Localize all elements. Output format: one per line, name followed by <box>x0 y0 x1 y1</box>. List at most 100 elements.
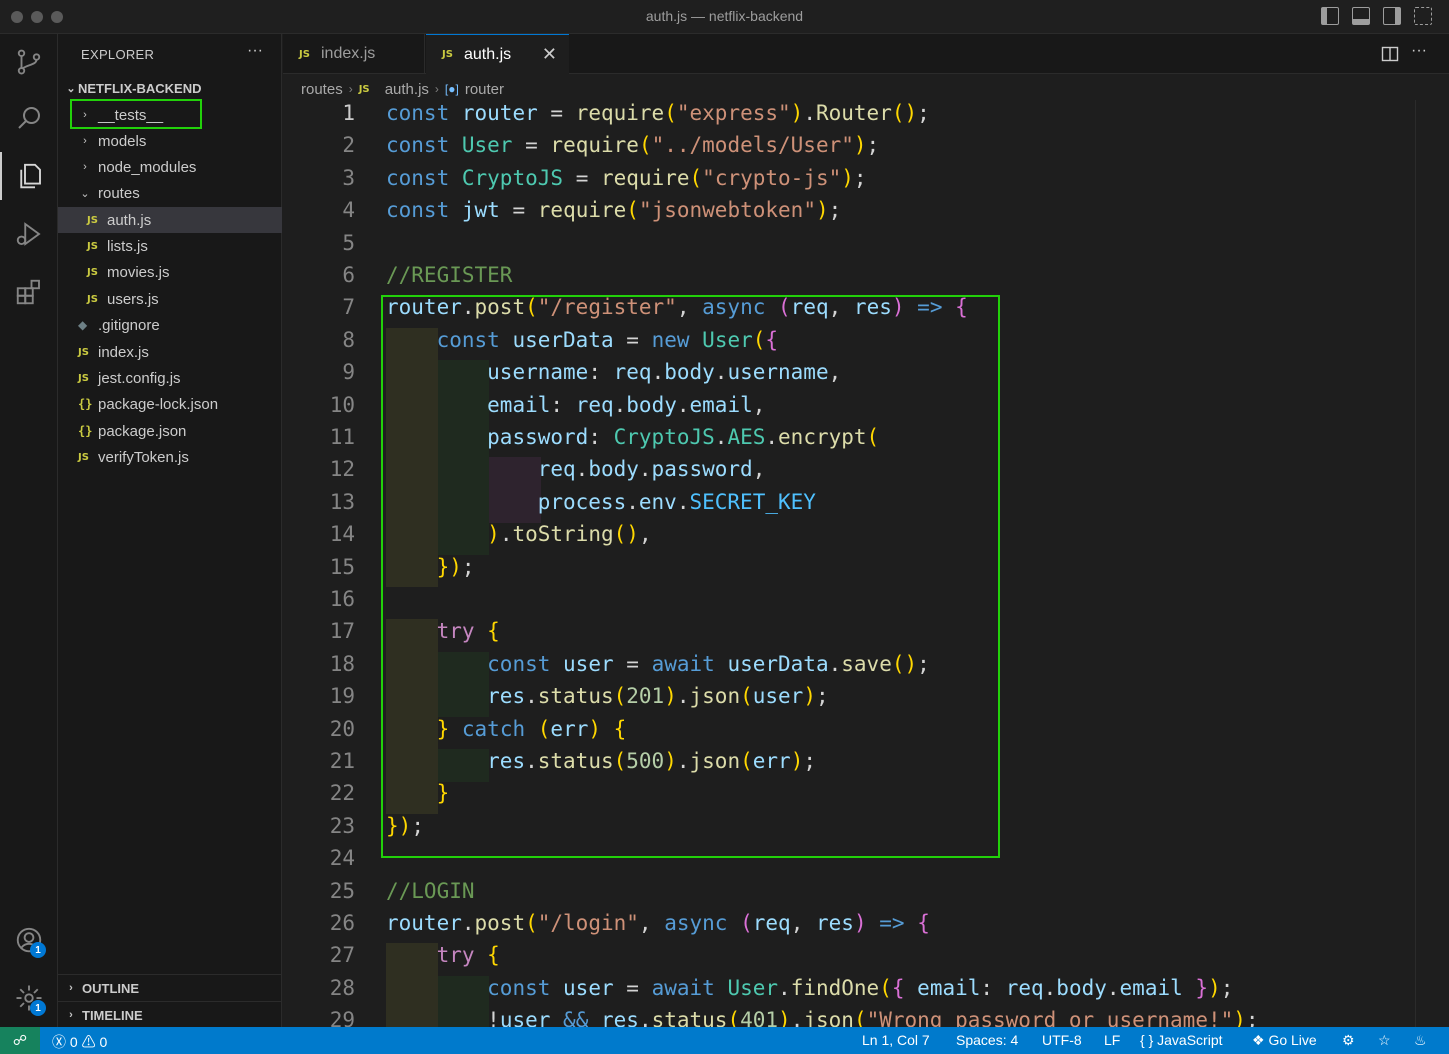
toggle-secondary-sidebar-icon[interactable] <box>1383 7 1401 25</box>
line-number: 27 <box>329 943 355 968</box>
tree-item-lists-js[interactable]: JS lists.js <box>58 233 282 259</box>
more-actions-icon[interactable]: ··· <box>247 42 263 60</box>
source-control-icon[interactable] <box>0 38 58 86</box>
tree-item-tests[interactable]: › __tests__ <box>58 102 282 128</box>
chevron-right-icon: › <box>83 135 87 147</box>
line-number: 12 <box>329 457 355 482</box>
code-editor[interactable]: 1 const router = require("express").Route… <box>283 100 1432 1027</box>
json-file-icon: {} <box>78 424 93 438</box>
encoding[interactable]: UTF-8 <box>1042 1032 1082 1048</box>
chevron-down-icon: ⌄ <box>80 187 90 200</box>
error-icon: Ⓧ <box>52 1034 66 1050</box>
explorer-icon[interactable] <box>0 152 58 200</box>
tree-item-jest-config[interactable]: JS jest.config.js <box>58 365 282 391</box>
javascript-file-icon: JS <box>87 240 98 252</box>
problems-indicator[interactable]: Ⓧ 0 ⚠ 0 <box>52 1032 107 1052</box>
copilot-icon[interactable]: ⚙ <box>1342 1032 1355 1049</box>
tree-item-movies-js[interactable]: JS movies.js <box>58 259 282 285</box>
breadcrumb-folder[interactable]: routes <box>301 81 343 98</box>
tree-item-gitignore[interactable]: ◆ .gitignore <box>58 312 282 338</box>
run-debug-icon[interactable] <box>0 210 58 258</box>
javascript-file-icon: JS <box>299 48 310 60</box>
code-line: const user = await User.findOne({ email:… <box>487 975 1234 1000</box>
code-line: !user && res.status(401).json("Wrong pas… <box>487 1008 1259 1027</box>
indentation[interactable]: Spaces: 4 <box>956 1032 1018 1048</box>
extensions-icon[interactable] <box>0 268 58 316</box>
javascript-file-icon: JS <box>78 451 89 463</box>
line-number: 18 <box>329 651 355 676</box>
line-number: 24 <box>329 846 355 871</box>
line-number: 20 <box>329 716 355 741</box>
title-bar: auth.js — netflix-backend <box>0 0 1449 34</box>
activity-bar: 1 1 <box>0 34 58 1027</box>
split-editor-icon[interactable] <box>1381 45 1399 63</box>
tree-item-models[interactable]: › models <box>58 128 282 154</box>
tab-auth-js[interactable]: JS auth.js ✕ <box>426 34 569 74</box>
settings-gear-icon[interactable]: 1 <box>0 974 58 1022</box>
chevron-right-icon: › <box>348 82 353 96</box>
account-icon[interactable]: 1 <box>0 916 58 964</box>
code-line: router.post("/login", async (req, res) =… <box>386 911 930 935</box>
javascript-file-icon: JS <box>87 214 98 226</box>
code-line: //REGISTER <box>386 263 513 287</box>
feedback-icon[interactable]: ☆ <box>1378 1032 1391 1049</box>
close-icon[interactable]: ✕ <box>542 44 557 65</box>
javascript-file-icon: JS <box>358 83 370 95</box>
line-number: 25 <box>329 878 355 903</box>
language-mode[interactable]: { } JavaScript <box>1140 1032 1223 1048</box>
line-number: 17 <box>329 619 355 644</box>
json-file-icon: {} <box>78 397 93 411</box>
javascript-file-icon: JS <box>442 49 453 60</box>
outline-panel-header[interactable]: › OUTLINE <box>58 974 282 1001</box>
accounts-badge: 1 <box>30 942 46 958</box>
line-number: 3 <box>342 165 355 190</box>
line-number: 19 <box>329 684 355 709</box>
remote-indicator-icon[interactable]: ☍ <box>0 1027 40 1054</box>
cursor-position[interactable]: Ln 1, Col 7 <box>862 1032 930 1048</box>
code-line: const router = require("express").Router… <box>386 101 930 125</box>
tree-item-auth-js[interactable]: JS auth.js <box>58 207 282 233</box>
line-number: 23 <box>329 813 355 838</box>
customize-layout-icon[interactable] <box>1414 7 1432 25</box>
chevron-down-icon: ⌄ <box>66 82 76 95</box>
bell-icon[interactable]: ♨ <box>1414 1032 1427 1049</box>
code-line: const CryptoJS = require("crypto-js"); <box>386 165 867 190</box>
tree-item-verify-token[interactable]: JS verifyToken.js <box>58 444 282 470</box>
code-line: //LOGIN <box>386 878 475 903</box>
broadcast-icon: ❖ <box>1252 1032 1265 1048</box>
tab-index-js[interactable]: JS index.js <box>283 34 425 74</box>
editor-scrollbar[interactable] <box>1415 100 1432 1027</box>
register-route-highlight <box>381 295 1000 858</box>
tree-item-package-json[interactable]: {} package.json <box>58 418 282 444</box>
code-line: const User = require("../models/User"); <box>386 133 880 158</box>
tree-item-package-lock[interactable]: {} package-lock.json <box>58 391 282 417</box>
breadcrumb-symbol[interactable]: router <box>465 81 504 98</box>
tree-item-index-js[interactable]: JS index.js <box>58 339 282 365</box>
editor-more-actions-icon[interactable]: ··· <box>1411 42 1427 60</box>
explorer-sidebar: EXPLORER ··· ⌄ NETFLIX-BACKEND › __tests… <box>58 34 282 1027</box>
toggle-panel-icon[interactable] <box>1352 7 1370 25</box>
line-number: 22 <box>329 781 355 806</box>
line-number: 21 <box>329 749 355 773</box>
tree-item-routes[interactable]: ⌄ routes <box>58 180 282 206</box>
tree-item-users-js[interactable]: JS users.js <box>58 286 282 312</box>
chevron-right-icon: › <box>83 109 87 121</box>
javascript-file-icon: JS <box>78 346 89 358</box>
timeline-panel-header[interactable]: › TIMELINE <box>58 1001 282 1028</box>
javascript-file-icon: JS <box>87 266 98 278</box>
line-number: 14 <box>329 522 355 547</box>
toggle-sidebar-icon[interactable] <box>1321 7 1339 25</box>
line-number: 10 <box>329 392 355 417</box>
breadcrumb-file[interactable]: auth.js <box>385 81 429 98</box>
line-number: 5 <box>342 230 355 255</box>
window-title: auth.js — netflix-backend <box>645 8 804 24</box>
line-ending[interactable]: LF <box>1104 1032 1120 1048</box>
workspace-root[interactable]: ⌄ NETFLIX-BACKEND <box>58 75 282 101</box>
code-line: const jwt = require("jsonwebtoken"); <box>386 198 842 223</box>
code-line: try { <box>436 943 500 968</box>
breadcrumb: routes › JS auth.js › [●] router <box>301 78 504 100</box>
search-icon[interactable] <box>0 94 58 142</box>
go-live-button[interactable]: ❖ Go Live <box>1252 1032 1317 1049</box>
tree-item-node-modules[interactable]: › node_modules <box>58 154 282 180</box>
settings-badge: 1 <box>30 1000 46 1016</box>
